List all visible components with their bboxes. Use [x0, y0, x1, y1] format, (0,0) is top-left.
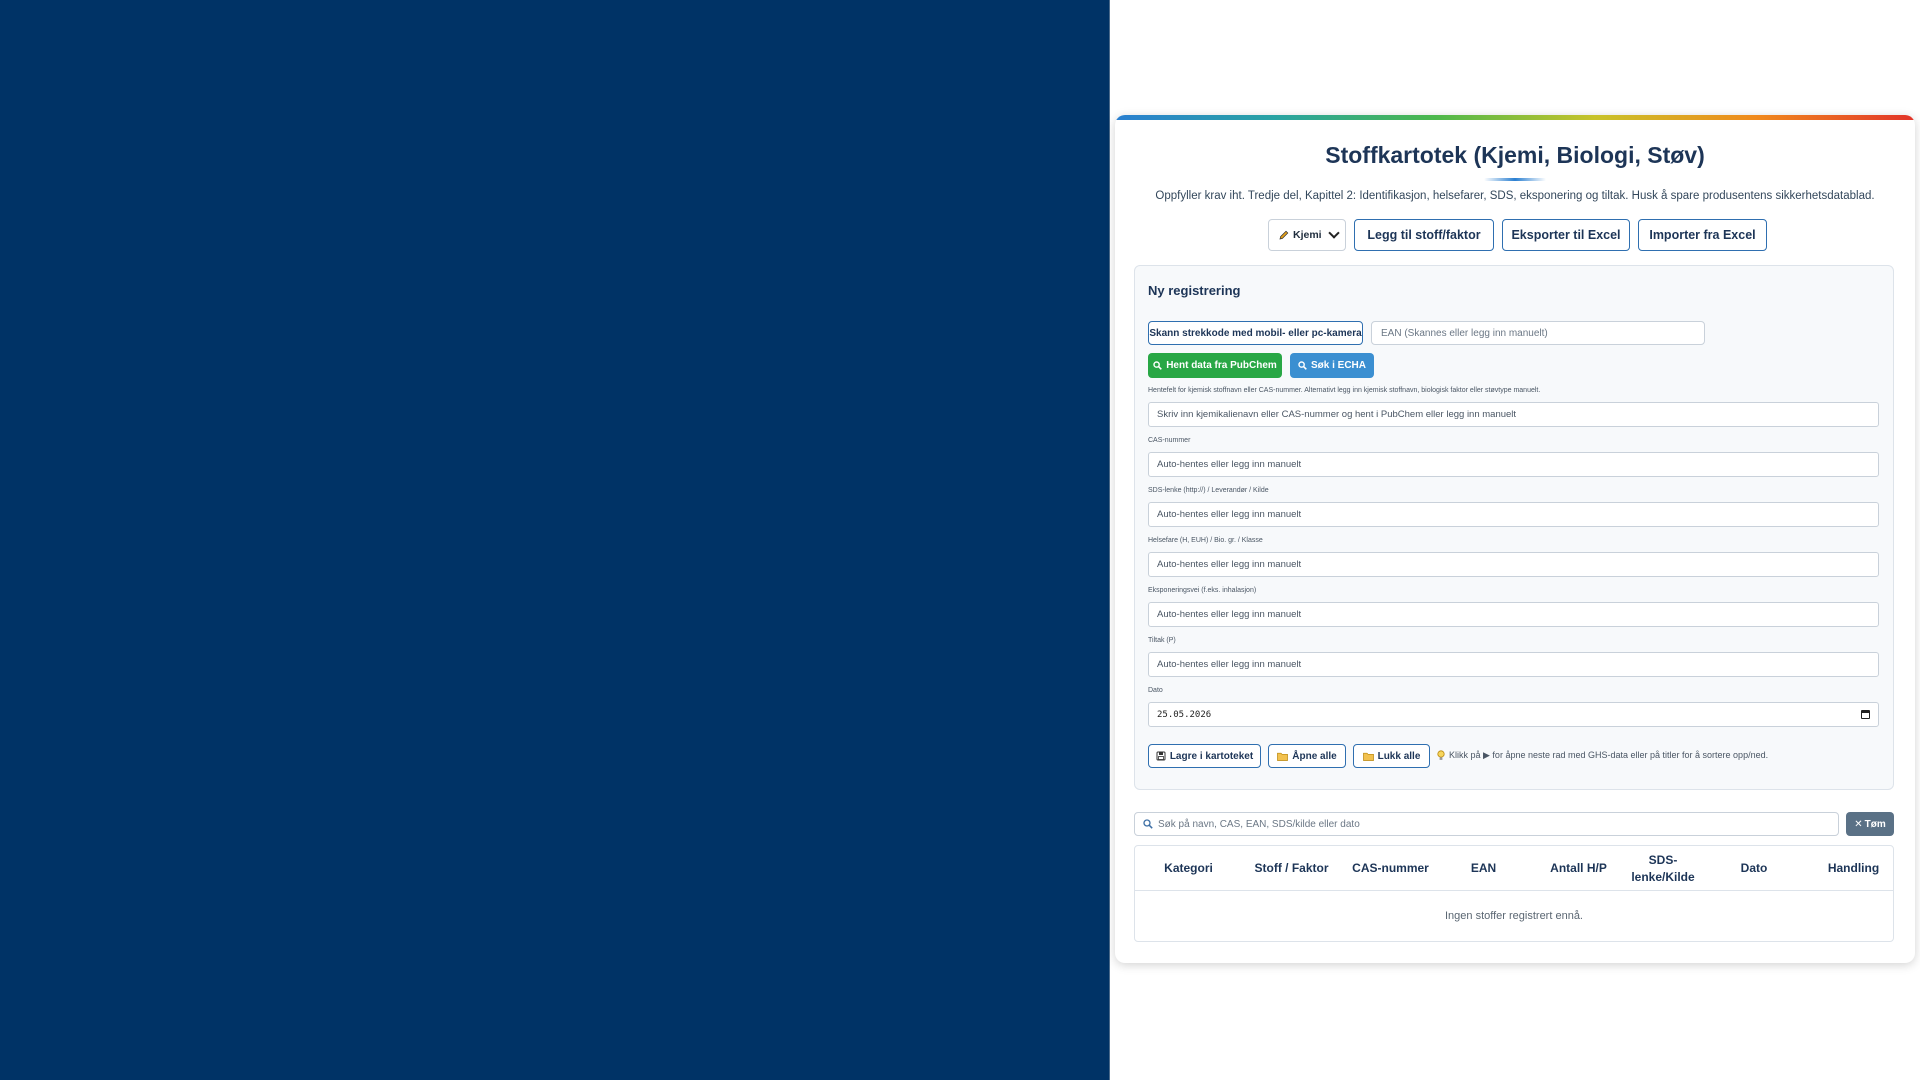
echa-button-label: Søk i ECHA: [1310, 360, 1366, 371]
add-substance-button[interactable]: Legg til stoff/faktor: [1354, 219, 1494, 251]
empty-table-message: Ingen stoffer registrert ennå.: [1445, 910, 1583, 922]
measures-field-label: Tiltak (P): [1148, 637, 1176, 644]
column-header-ean[interactable]: EAN: [1440, 846, 1527, 891]
close-all-button[interactable]: Lukk alle: [1353, 744, 1430, 768]
page-title: Stoffkartotek (Kjemi, Biologi, Støv): [1325, 142, 1705, 168]
registration-form: Ny registrering Skann strekkode med mobi…: [1134, 265, 1894, 790]
chemical-name-input[interactable]: Skriv inn kjemikalienavn eller CAS-numme…: [1148, 402, 1879, 427]
folder-icon: [1277, 752, 1289, 761]
close-all-label: Lukk alle: [1377, 750, 1421, 762]
column-header-hp-count[interactable]: Antall H/P: [1527, 846, 1630, 891]
category-select[interactable]: Kjemi: [1268, 219, 1346, 251]
column-header-sds[interactable]: SDS-lenke/Kilde: [1630, 846, 1696, 891]
form-heading: Ny registrering: [1148, 283, 1241, 298]
clear-search-button[interactable]: ✕ Tøm: [1846, 812, 1894, 836]
pubchem-button[interactable]: Hent data fra PubChem: [1148, 353, 1282, 378]
rainbow-bar: [1115, 115, 1915, 120]
left-panel: [0, 0, 1110, 1080]
column-header-cas[interactable]: CAS-nummer: [1341, 846, 1440, 891]
cas-field-label: CAS-nummer: [1148, 437, 1191, 444]
pubchem-button-label: Hent data fra PubChem: [1166, 360, 1277, 371]
column-header-category[interactable]: Kategori: [1135, 846, 1242, 891]
ean-input[interactable]: EAN (Skannes eller legg inn manuelt): [1371, 321, 1705, 345]
calendar-icon[interactable]: [1861, 710, 1870, 719]
x-icon: ✕: [1854, 818, 1863, 830]
scan-barcode-button[interactable]: Skann strekkode med mobil- eller pc-kame…: [1148, 321, 1363, 345]
clear-button-label: Tøm: [1864, 818, 1886, 830]
hazard-input[interactable]: Auto-hentes eller legg inn manuelt: [1148, 552, 1879, 577]
date-field-label: Dato: [1148, 687, 1163, 694]
magnifier-icon: [1298, 361, 1307, 370]
magnifier-icon: [1153, 361, 1163, 370]
measures-input[interactable]: Auto-hentes eller legg inn manuelt: [1148, 652, 1879, 677]
save-button-label: Lagre i kartoteket: [1169, 750, 1254, 762]
exposure-field-label: Eksponeringsvei (f.eks. inhalasjon): [1148, 587, 1257, 594]
date-value: 25.05.2026: [1157, 709, 1212, 720]
echa-button[interactable]: Søk i ECHA: [1290, 353, 1374, 378]
category-select-value: Kjemi: [1293, 229, 1322, 241]
column-header-date[interactable]: Dato: [1696, 846, 1812, 891]
search-placeholder: Søk på navn, CAS, EAN, SDS/kilde eller d…: [1158, 818, 1360, 830]
hint-label: Klikk på ▶ for åpne neste rad med GHS-da…: [1449, 750, 1769, 760]
chevron-down-icon: [1328, 227, 1340, 239]
date-input[interactable]: 25.05.2026: [1148, 702, 1879, 727]
pencil-icon: [1279, 230, 1289, 240]
floppy-disk-icon: [1156, 751, 1166, 761]
cas-input[interactable]: Auto-hentes eller legg inn manuelt: [1148, 452, 1879, 477]
column-header-substance[interactable]: Stoff / Faktor: [1242, 846, 1341, 891]
save-button[interactable]: Lagre i kartoteket: [1148, 744, 1261, 768]
inventory-card: Stoffkartotek (Kjemi, Biologi, Støv) Opp…: [1115, 115, 1915, 963]
page-subtitle: Oppfyller krav iht. Tredje del, Kapittel…: [1155, 190, 1875, 202]
sds-field-label: SDS-lenke (http://) / Leverandør / Kilde: [1148, 487, 1269, 494]
title-underline: [1484, 178, 1546, 181]
magnifier-icon: [1143, 819, 1153, 829]
name-field-label: Hentefelt for kjemisk stoffnavn eller CA…: [1148, 387, 1541, 394]
exposure-input[interactable]: Auto-hentes eller legg inn manuelt: [1148, 602, 1879, 627]
export-excel-button[interactable]: Eksporter til Excel: [1502, 219, 1630, 251]
open-all-button[interactable]: Åpne alle: [1268, 744, 1346, 768]
sds-input[interactable]: Auto-hentes eller legg inn manuelt: [1148, 502, 1879, 527]
search-input[interactable]: Søk på navn, CAS, EAN, SDS/kilde eller d…: [1134, 812, 1839, 836]
table-header: Kategori Stoff / Faktor CAS-nummer EAN A…: [1135, 846, 1893, 891]
substances-table: Kategori Stoff / Faktor CAS-nummer EAN A…: [1134, 845, 1894, 942]
hint-text: Klikk på ▶ for åpne neste rad med GHS-da…: [1437, 750, 1768, 761]
import-excel-button[interactable]: Importer fra Excel: [1638, 219, 1767, 251]
folder-icon: [1362, 752, 1374, 761]
hazard-field-label: Helsefare (H, EUH) / Bio. gr. / Klasse: [1148, 537, 1263, 544]
column-header-action: Handling: [1827, 861, 1880, 875]
lightbulb-icon: [1437, 750, 1445, 761]
open-all-label: Åpne alle: [1292, 750, 1337, 762]
